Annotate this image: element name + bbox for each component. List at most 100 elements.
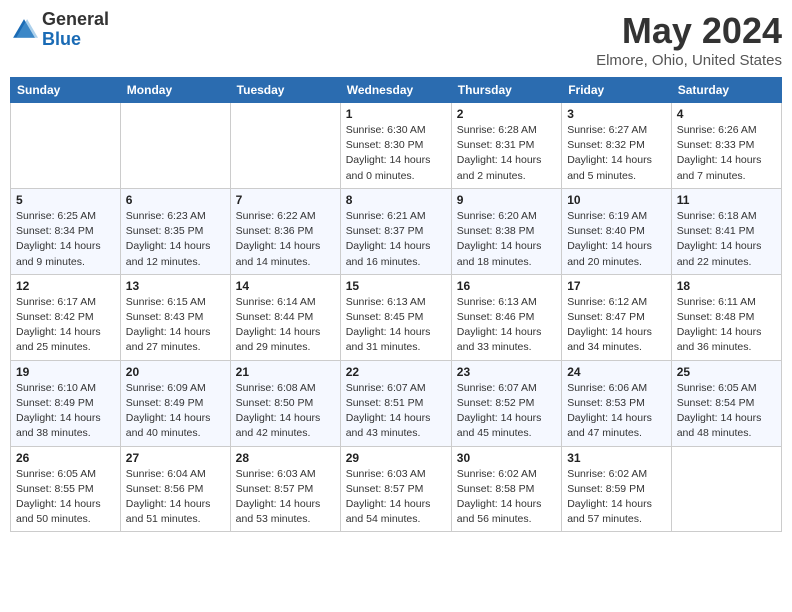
day-number: 20 [126,365,225,379]
calendar-cell [11,103,121,189]
calendar-cell: 27 Sunrise: 6:04 AMSunset: 8:56 PMDayligh… [120,446,230,532]
day-number: 10 [567,193,666,207]
day-info: Sunrise: 6:25 AMSunset: 8:34 PMDaylight:… [16,209,115,270]
calendar-cell: 5 Sunrise: 6:25 AMSunset: 8:34 PMDaylight… [11,188,121,274]
day-number: 19 [16,365,115,379]
calendar-cell: 21Sunrise: 6:08 AMSunset: 8:50 PMDayligh… [230,360,340,446]
logo-general: General [42,9,109,29]
calendar-cell: 11Sunrise: 6:18 AMSunset: 8:41 PMDayligh… [671,188,781,274]
weekday-header-sunday: Sunday [11,78,121,103]
calendar-cell: 2Sunrise: 6:28 AMSunset: 8:31 PMDaylight… [451,103,561,189]
day-number: 23 [457,365,556,379]
day-info: Sunrise: 6:17 AMSunset: 8:42 PMDaylight:… [16,295,115,356]
day-number: 31 [567,451,666,465]
calendar-cell: 3Sunrise: 6:27 AMSunset: 8:32 PMDaylight… [562,103,672,189]
day-number: 26 [16,451,115,465]
month-title: May 2024 [596,10,782,52]
page-header: General Blue May 2024 Elmore, Ohio, Unit… [10,10,782,69]
calendar-cell: 1 Sunrise: 6:30 AMSunset: 8:30 PMDaylight… [340,103,451,189]
calendar-cell: 4Sunrise: 6:26 AMSunset: 8:33 PMDaylight… [671,103,781,189]
day-info: Sunrise: 6:22 AMSunset: 8:36 PMDaylight:… [236,209,335,270]
logo-icon [10,16,38,44]
calendar-cell: 23 Sunrise: 6:07 AMSunset: 8:52 PMDayligh… [451,360,561,446]
weekday-header-friday: Friday [562,78,672,103]
day-number: 3 [567,107,666,121]
calendar-cell: 29 Sunrise: 6:03 AMSunset: 8:57 PMDayligh… [340,446,451,532]
calendar-cell: 15Sunrise: 6:13 AMSunset: 8:45 PMDayligh… [340,274,451,360]
calendar-cell: 24 Sunrise: 6:06 AMSunset: 8:53 PMDayligh… [562,360,672,446]
day-info: Sunrise: 6:02 AMSunset: 8:59 PMDaylight:… [567,467,666,528]
day-number: 6 [126,193,225,207]
day-number: 24 [567,365,666,379]
day-info: Sunrise: 6:03 AMSunset: 8:57 PMDaylight:… [236,467,335,528]
calendar-cell: 25Sunrise: 6:05 AMSunset: 8:54 PMDayligh… [671,360,781,446]
day-info: Sunrise: 6:05 AMSunset: 8:55 PMDaylight:… [16,467,115,528]
day-number: 22 [346,365,446,379]
day-info: Sunrise: 6:02 AMSunset: 8:58 PMDaylight:… [457,467,556,528]
day-info: Sunrise: 6:26 AMSunset: 8:33 PMDaylight:… [677,123,776,184]
weekday-header-tuesday: Tuesday [230,78,340,103]
day-info: Sunrise: 6:12 AMSunset: 8:47 PMDaylight:… [567,295,666,356]
day-number: 13 [126,279,225,293]
day-number: 9 [457,193,556,207]
calendar-cell: 22 Sunrise: 6:07 AMSunset: 8:51 PMDayligh… [340,360,451,446]
day-number: 27 [126,451,225,465]
day-info: Sunrise: 6:20 AMSunset: 8:38 PMDaylight:… [457,209,556,270]
day-info: Sunrise: 6:11 AMSunset: 8:48 PMDaylight:… [677,295,776,356]
calendar-cell: 31 Sunrise: 6:02 AMSunset: 8:59 PMDayligh… [562,446,672,532]
day-info: Sunrise: 6:10 AMSunset: 8:49 PMDaylight:… [16,381,115,442]
day-info: Sunrise: 6:13 AMSunset: 8:46 PMDaylight:… [457,295,556,356]
location: Elmore, Ohio, United States [596,52,782,69]
calendar-cell: 7Sunrise: 6:22 AMSunset: 8:36 PMDaylight… [230,188,340,274]
day-number: 11 [677,193,776,207]
calendar-cell: 12 Sunrise: 6:17 AMSunset: 8:42 PMDayligh… [11,274,121,360]
day-info: Sunrise: 6:07 AMSunset: 8:52 PMDaylight:… [457,381,556,442]
day-info: Sunrise: 6:15 AMSunset: 8:43 PMDaylight:… [126,295,225,356]
day-number: 28 [236,451,335,465]
calendar-week-row: 19 Sunrise: 6:10 AMSunset: 8:49 PMDayligh… [11,360,782,446]
calendar-cell: 13 Sunrise: 6:15 AMSunset: 8:43 PMDayligh… [120,274,230,360]
weekday-header-row: SundayMondayTuesdayWednesdayThursdayFrid… [11,78,782,103]
weekday-header-monday: Monday [120,78,230,103]
weekday-header-wednesday: Wednesday [340,78,451,103]
day-info: Sunrise: 6:19 AMSunset: 8:40 PMDaylight:… [567,209,666,270]
day-number: 1 [346,107,446,121]
calendar-cell: 6Sunrise: 6:23 AMSunset: 8:35 PMDaylight… [120,188,230,274]
calendar-cell: 28 Sunrise: 6:03 AMSunset: 8:57 PMDayligh… [230,446,340,532]
day-info: Sunrise: 6:21 AMSunset: 8:37 PMDaylight:… [346,209,446,270]
calendar-cell: 20 Sunrise: 6:09 AMSunset: 8:49 PMDayligh… [120,360,230,446]
day-number: 25 [677,365,776,379]
calendar-cell: 14Sunrise: 6:14 AMSunset: 8:44 PMDayligh… [230,274,340,360]
logo-blue: Blue [42,29,81,49]
day-number: 14 [236,279,335,293]
day-number: 12 [16,279,115,293]
calendar-cell: 10 Sunrise: 6:19 AMSunset: 8:40 PMDayligh… [562,188,672,274]
day-info: Sunrise: 6:03 AMSunset: 8:57 PMDaylight:… [346,467,446,528]
calendar-cell [671,446,781,532]
day-info: Sunrise: 6:09 AMSunset: 8:49 PMDaylight:… [126,381,225,442]
day-info: Sunrise: 6:08 AMSunset: 8:50 PMDaylight:… [236,381,335,442]
calendar-cell: 9 Sunrise: 6:20 AMSunset: 8:38 PMDaylight… [451,188,561,274]
weekday-header-thursday: Thursday [451,78,561,103]
day-info: Sunrise: 6:04 AMSunset: 8:56 PMDaylight:… [126,467,225,528]
day-info: Sunrise: 6:30 AMSunset: 8:30 PMDaylight:… [346,123,446,184]
day-number: 29 [346,451,446,465]
calendar-cell [230,103,340,189]
day-number: 15 [346,279,446,293]
day-info: Sunrise: 6:06 AMSunset: 8:53 PMDaylight:… [567,381,666,442]
calendar-cell: 16Sunrise: 6:13 AMSunset: 8:46 PMDayligh… [451,274,561,360]
logo-text: General Blue [42,10,109,50]
day-info: Sunrise: 6:28 AMSunset: 8:31 PMDaylight:… [457,123,556,184]
logo: General Blue [10,10,109,50]
calendar-week-row: 26 Sunrise: 6:05 AMSunset: 8:55 PMDayligh… [11,446,782,532]
calendar-cell [120,103,230,189]
day-number: 5 [16,193,115,207]
calendar-cell: 19 Sunrise: 6:10 AMSunset: 8:49 PMDayligh… [11,360,121,446]
day-info: Sunrise: 6:07 AMSunset: 8:51 PMDaylight:… [346,381,446,442]
calendar-week-row: 1 Sunrise: 6:30 AMSunset: 8:30 PMDaylight… [11,103,782,189]
calendar-table: SundayMondayTuesdayWednesdayThursdayFrid… [10,77,782,532]
weekday-header-saturday: Saturday [671,78,781,103]
day-number: 18 [677,279,776,293]
day-number: 30 [457,451,556,465]
day-number: 17 [567,279,666,293]
